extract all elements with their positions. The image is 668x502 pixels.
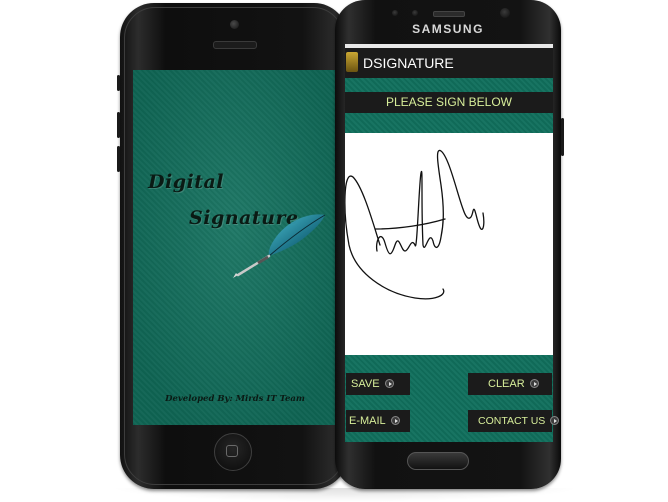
brand-logo: SAMSUNG: [412, 22, 484, 36]
front-camera-icon: [500, 8, 510, 18]
mute-switch: [117, 75, 120, 91]
splash-title-line1: Digital: [148, 171, 225, 193]
save-button-label: SAVE: [351, 378, 380, 390]
clear-button-label: CLEAR: [488, 378, 525, 390]
arrow-right-circle-icon: [390, 416, 400, 425]
contact-us-button[interactable]: CONTACT US: [468, 410, 560, 432]
arrow-right-circle-icon: [550, 416, 560, 425]
earpiece-speaker: [433, 11, 465, 17]
splash-credit-text: Developed By: Mirds IT Team: [165, 394, 305, 404]
quill-pen-icon: [233, 214, 326, 278]
email-button-label: E-MAIL: [349, 415, 386, 427]
home-button[interactable]: [407, 452, 469, 470]
save-button[interactable]: SAVE: [346, 373, 410, 395]
volume-down-button: [117, 146, 120, 172]
sign-prompt: PLEASE SIGN BELOW: [345, 92, 553, 113]
sensor-icon: [412, 10, 418, 16]
front-camera-icon: [230, 20, 239, 29]
app-title: DSIGNATURE: [363, 55, 454, 71]
floor-shadow: [110, 488, 580, 502]
earpiece-speaker: [213, 41, 257, 49]
clear-button[interactable]: CLEAR: [468, 373, 552, 395]
arrow-right-circle-icon: [384, 379, 394, 388]
home-square-icon: [226, 445, 238, 457]
signature-stroke: [345, 149, 485, 300]
arrow-right-circle-icon: [529, 379, 539, 388]
volume-up-button: [117, 112, 120, 138]
sensor-icon: [392, 10, 398, 16]
power-button: [561, 118, 564, 156]
email-button[interactable]: E-MAIL: [346, 410, 410, 432]
app-logo-icon: [346, 52, 358, 72]
contact-us-button-label: CONTACT US: [478, 415, 546, 427]
